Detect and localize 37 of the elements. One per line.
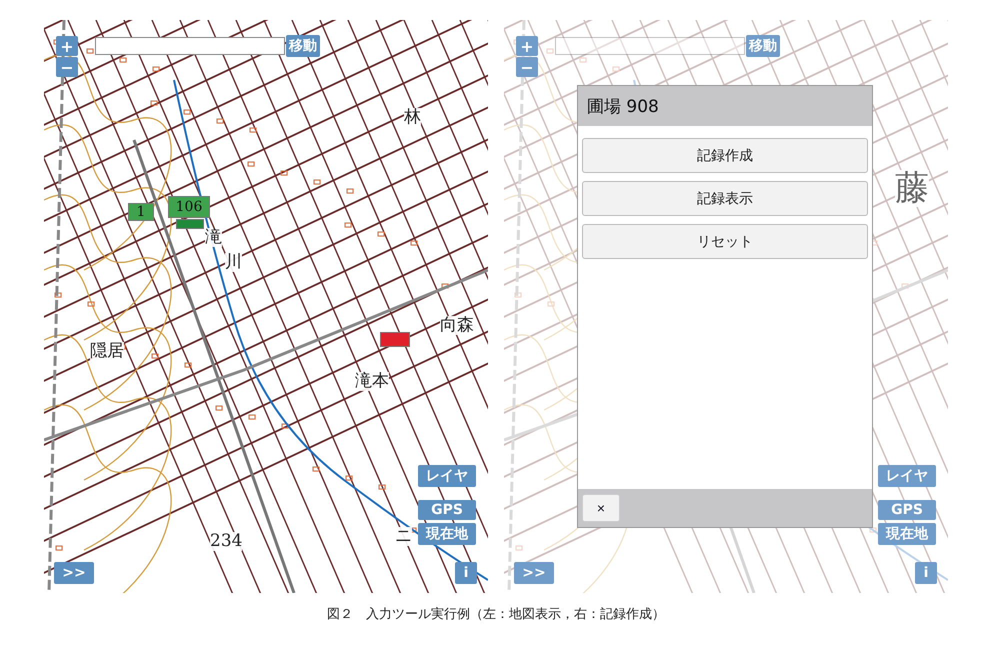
gps-button[interactable]: GPS: [878, 500, 936, 520]
field-parcel[interactable]: [380, 332, 410, 347]
move-button[interactable]: 移動: [746, 35, 780, 57]
dialog-action-button[interactable]: 記録作成: [582, 138, 868, 173]
dialog-title: 圃場 908: [578, 86, 872, 126]
figure-caption: 図２ 入力ツール実行例（左：地図表示，右：記録作成）: [327, 606, 665, 623]
place-name: 林: [404, 108, 421, 127]
move-button[interactable]: 移動: [286, 35, 320, 57]
place-name: 滝本: [355, 372, 389, 391]
field-parcel[interactable]: 1: [128, 203, 154, 221]
expand-button[interactable]: >>: [54, 562, 94, 584]
place-name: ニ: [395, 527, 412, 546]
layer-button[interactable]: レイヤ: [418, 465, 476, 487]
expand-button[interactable]: >>: [514, 562, 554, 584]
field-parcel[interactable]: [176, 219, 204, 229]
zoom-out-button[interactable]: −: [516, 57, 538, 77]
search-field[interactable]: [95, 37, 285, 55]
gps-button[interactable]: GPS: [418, 500, 476, 520]
layer-button[interactable]: レイヤ: [878, 465, 936, 487]
dialog-action-button[interactable]: リセット: [582, 224, 868, 259]
place-name: 234: [210, 532, 242, 551]
place-name: 向森: [440, 316, 474, 335]
place-name: 隠居: [90, 342, 124, 361]
close-button[interactable]: ×: [582, 494, 620, 522]
info-button[interactable]: i: [915, 562, 937, 584]
info-button[interactable]: i: [455, 562, 477, 584]
place-name: 川: [225, 253, 242, 272]
place-name: 滝: [205, 228, 222, 247]
zoom-in-button[interactable]: +: [56, 36, 78, 56]
zoom-out-button[interactable]: −: [56, 57, 78, 77]
field-parcel[interactable]: 106: [168, 196, 210, 218]
current-location-button[interactable]: 現在地: [418, 523, 476, 545]
dialog-action-button[interactable]: 記録表示: [582, 181, 868, 216]
search-field[interactable]: [555, 37, 745, 55]
current-location-button[interactable]: 現在地: [878, 523, 936, 545]
zoom-in-button[interactable]: +: [516, 36, 538, 56]
place-name: 藤: [895, 170, 929, 208]
